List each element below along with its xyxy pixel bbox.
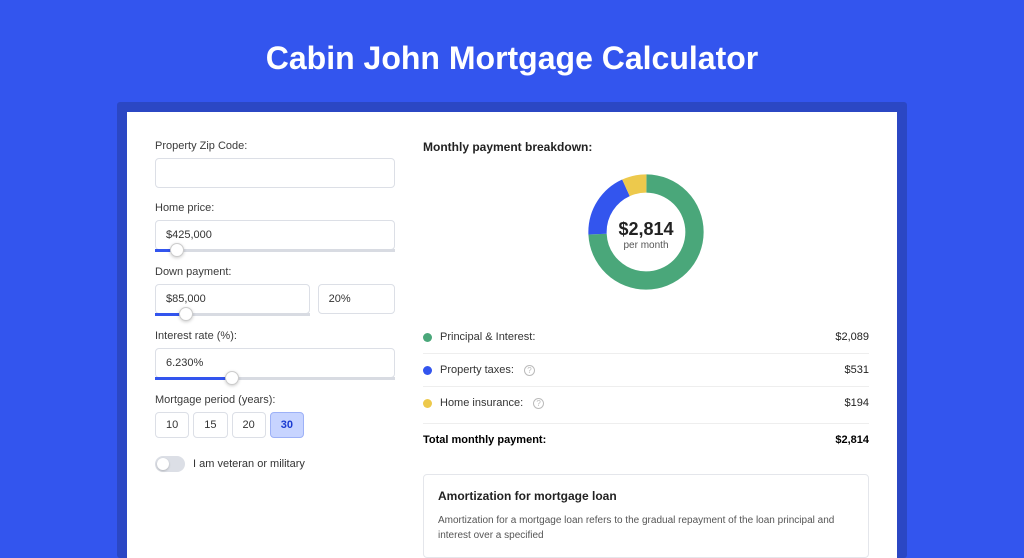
legend: Principal & Interest: $2,089 Property taxe…: [423, 321, 869, 419]
amortization-text: Amortization for a mortgage loan refers …: [438, 513, 854, 543]
donut-amount: $2,814: [618, 219, 673, 240]
amortization-title: Amortization for mortgage loan: [438, 489, 854, 503]
zip-input[interactable]: [155, 158, 395, 188]
home-price-slider[interactable]: [155, 249, 395, 252]
donut-chart: $2,814 per month: [582, 168, 710, 301]
legend-row: Principal & Interest: $2,089: [423, 321, 869, 354]
total-value: $2,814: [835, 434, 869, 446]
legend-label: Home insurance:: [440, 397, 523, 409]
legend-left: Property taxes:?: [423, 364, 535, 376]
field-mortgage-period: Mortgage period (years): 10152030: [155, 394, 395, 438]
breakdown-title: Monthly payment breakdown:: [423, 140, 869, 154]
donut-center: $2,814 per month: [618, 219, 673, 251]
slider-thumb[interactable]: [170, 243, 184, 257]
period-button-10[interactable]: 10: [155, 412, 189, 438]
legend-value: $194: [845, 397, 869, 409]
field-home-price: Home price:: [155, 202, 395, 252]
legend-value: $531: [845, 364, 869, 376]
legend-left: Home insurance:?: [423, 397, 544, 409]
period-button-15[interactable]: 15: [193, 412, 227, 438]
period-button-group: 10152030: [155, 412, 395, 438]
info-icon[interactable]: ?: [533, 398, 544, 409]
veteran-toggle[interactable]: [155, 456, 185, 472]
legend-value: $2,089: [835, 331, 869, 343]
down-payment-slider[interactable]: [155, 313, 310, 316]
donut-subtext: per month: [618, 240, 673, 251]
legend-row: Property taxes:? $531: [423, 354, 869, 387]
legend-label: Principal & Interest:: [440, 331, 535, 343]
calculator-card: Property Zip Code: Home price: Down paym…: [127, 112, 897, 558]
period-button-30[interactable]: 30: [270, 412, 304, 438]
legend-dot: [423, 399, 432, 408]
zip-label: Property Zip Code:: [155, 140, 395, 152]
legend-dot: [423, 333, 432, 342]
amortization-box: Amortization for mortgage loan Amortizat…: [423, 474, 869, 558]
interest-slider[interactable]: [155, 377, 395, 380]
slider-thumb[interactable]: [179, 307, 193, 321]
donut-chart-wrap: $2,814 per month: [423, 168, 869, 301]
field-zip: Property Zip Code:: [155, 140, 395, 188]
veteran-toggle-row: I am veteran or military: [155, 456, 395, 472]
period-label: Mortgage period (years):: [155, 394, 395, 406]
legend-left: Principal & Interest:: [423, 331, 535, 343]
form-column: Property Zip Code: Home price: Down paym…: [155, 140, 395, 558]
interest-input[interactable]: [155, 348, 395, 378]
breakdown-column: Monthly payment breakdown: $2,814 per mo…: [423, 140, 869, 558]
interest-label: Interest rate (%):: [155, 330, 395, 342]
field-interest-rate: Interest rate (%):: [155, 330, 395, 380]
card-backdrop: Property Zip Code: Home price: Down paym…: [117, 102, 907, 558]
period-button-20[interactable]: 20: [232, 412, 266, 438]
veteran-label: I am veteran or military: [193, 458, 305, 470]
total-row: Total monthly payment: $2,814: [423, 423, 869, 456]
legend-label: Property taxes:: [440, 364, 514, 376]
page-title: Cabin John Mortgage Calculator: [0, 0, 1024, 102]
legend-dot: [423, 366, 432, 375]
field-down-payment: Down payment:: [155, 266, 395, 316]
down-payment-input[interactable]: [155, 284, 310, 314]
legend-row: Home insurance:? $194: [423, 387, 869, 419]
home-price-input[interactable]: [155, 220, 395, 250]
slider-thumb[interactable]: [225, 371, 239, 385]
toggle-knob: [157, 458, 169, 470]
info-icon[interactable]: ?: [524, 365, 535, 376]
down-payment-label: Down payment:: [155, 266, 395, 278]
home-price-label: Home price:: [155, 202, 395, 214]
total-label: Total monthly payment:: [423, 434, 546, 446]
down-payment-pct-input[interactable]: [318, 284, 395, 314]
